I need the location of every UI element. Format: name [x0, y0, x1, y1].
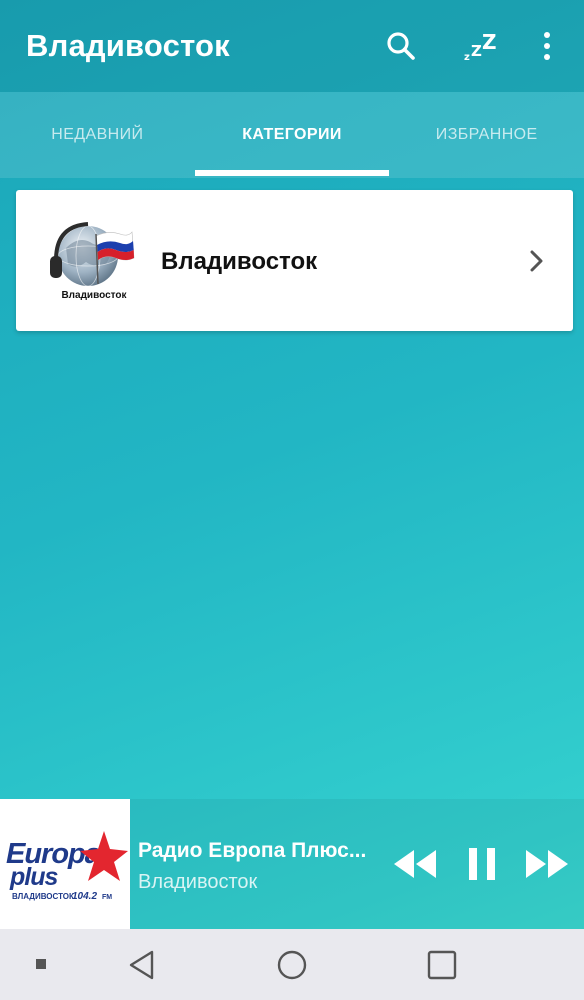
pause-button[interactable] — [462, 843, 502, 885]
svg-text:Z: Z — [471, 42, 482, 60]
fast-forward-button[interactable] — [522, 843, 572, 885]
more-options-button[interactable] — [530, 24, 564, 68]
tab-favorites[interactable]: ИЗБРАННОЕ — [389, 92, 584, 178]
category-title: Владивосток — [161, 248, 318, 275]
tab-categories[interactable]: КАТЕГОРИИ — [195, 92, 390, 178]
app-bar: Владивосток z Z Z — [0, 0, 584, 92]
home-button[interactable] — [268, 943, 316, 987]
category-card[interactable]: Владивосток Владивосток — [16, 190, 573, 331]
menu-dot-button[interactable] — [30, 953, 52, 975]
sleep-timer-icon: z Z Z — [464, 30, 497, 63]
tab-recent[interactable]: НЕДАВНИЙ — [0, 92, 195, 178]
home-icon — [277, 950, 307, 980]
artwork-unit: FM — [102, 894, 112, 901]
fast-forward-icon — [526, 850, 568, 878]
tab-favorites-label: ИЗБРАННОЕ — [435, 126, 538, 143]
pause-icon — [469, 848, 495, 880]
search-button[interactable] — [378, 24, 424, 68]
back-icon — [129, 950, 154, 980]
artwork-frequency: 104.2 — [72, 891, 97, 902]
system-nav-bar — [0, 929, 584, 1000]
app-title: Владивосток — [26, 28, 230, 63]
menu-dot-icon — [36, 959, 46, 969]
recents-icon — [427, 950, 457, 980]
category-logo-caption: Владивосток — [61, 290, 127, 301]
rewind-icon — [394, 850, 436, 878]
station-artwork: Europa plus ВЛАДИВОСТОК 104.2 FM — [0, 799, 130, 929]
more-vert-icon — [544, 32, 550, 60]
active-tab-indicator — [195, 170, 389, 176]
category-logo: Владивосток — [46, 218, 142, 310]
now-playing-bar[interactable]: Europa plus ВЛАДИВОСТОК 104.2 FM Радио Е… — [0, 799, 584, 929]
search-icon — [387, 32, 415, 60]
rewind-button[interactable] — [390, 843, 440, 885]
player-station-title: Радио Европа Плюс... — [138, 839, 367, 862]
player-station-subtitle: Владивосток — [138, 871, 258, 893]
back-button[interactable] — [118, 943, 166, 987]
recents-button[interactable] — [418, 943, 466, 987]
chevron-right-icon — [526, 248, 548, 274]
artwork-brand-line2: plus — [9, 863, 58, 891]
tab-categories-label: КАТЕГОРИИ — [242, 126, 342, 143]
svg-text:Z: Z — [482, 30, 497, 54]
tab-bar: НЕДАВНИЙ КАТЕГОРИИ ИЗБРАННОЕ — [0, 92, 584, 178]
artwork-city: ВЛАДИВОСТОК — [12, 892, 74, 901]
svg-text:z: z — [464, 52, 470, 63]
tab-recent-label: НЕДАВНИЙ — [51, 126, 144, 143]
sleep-timer-button[interactable]: z Z Z — [456, 24, 506, 68]
